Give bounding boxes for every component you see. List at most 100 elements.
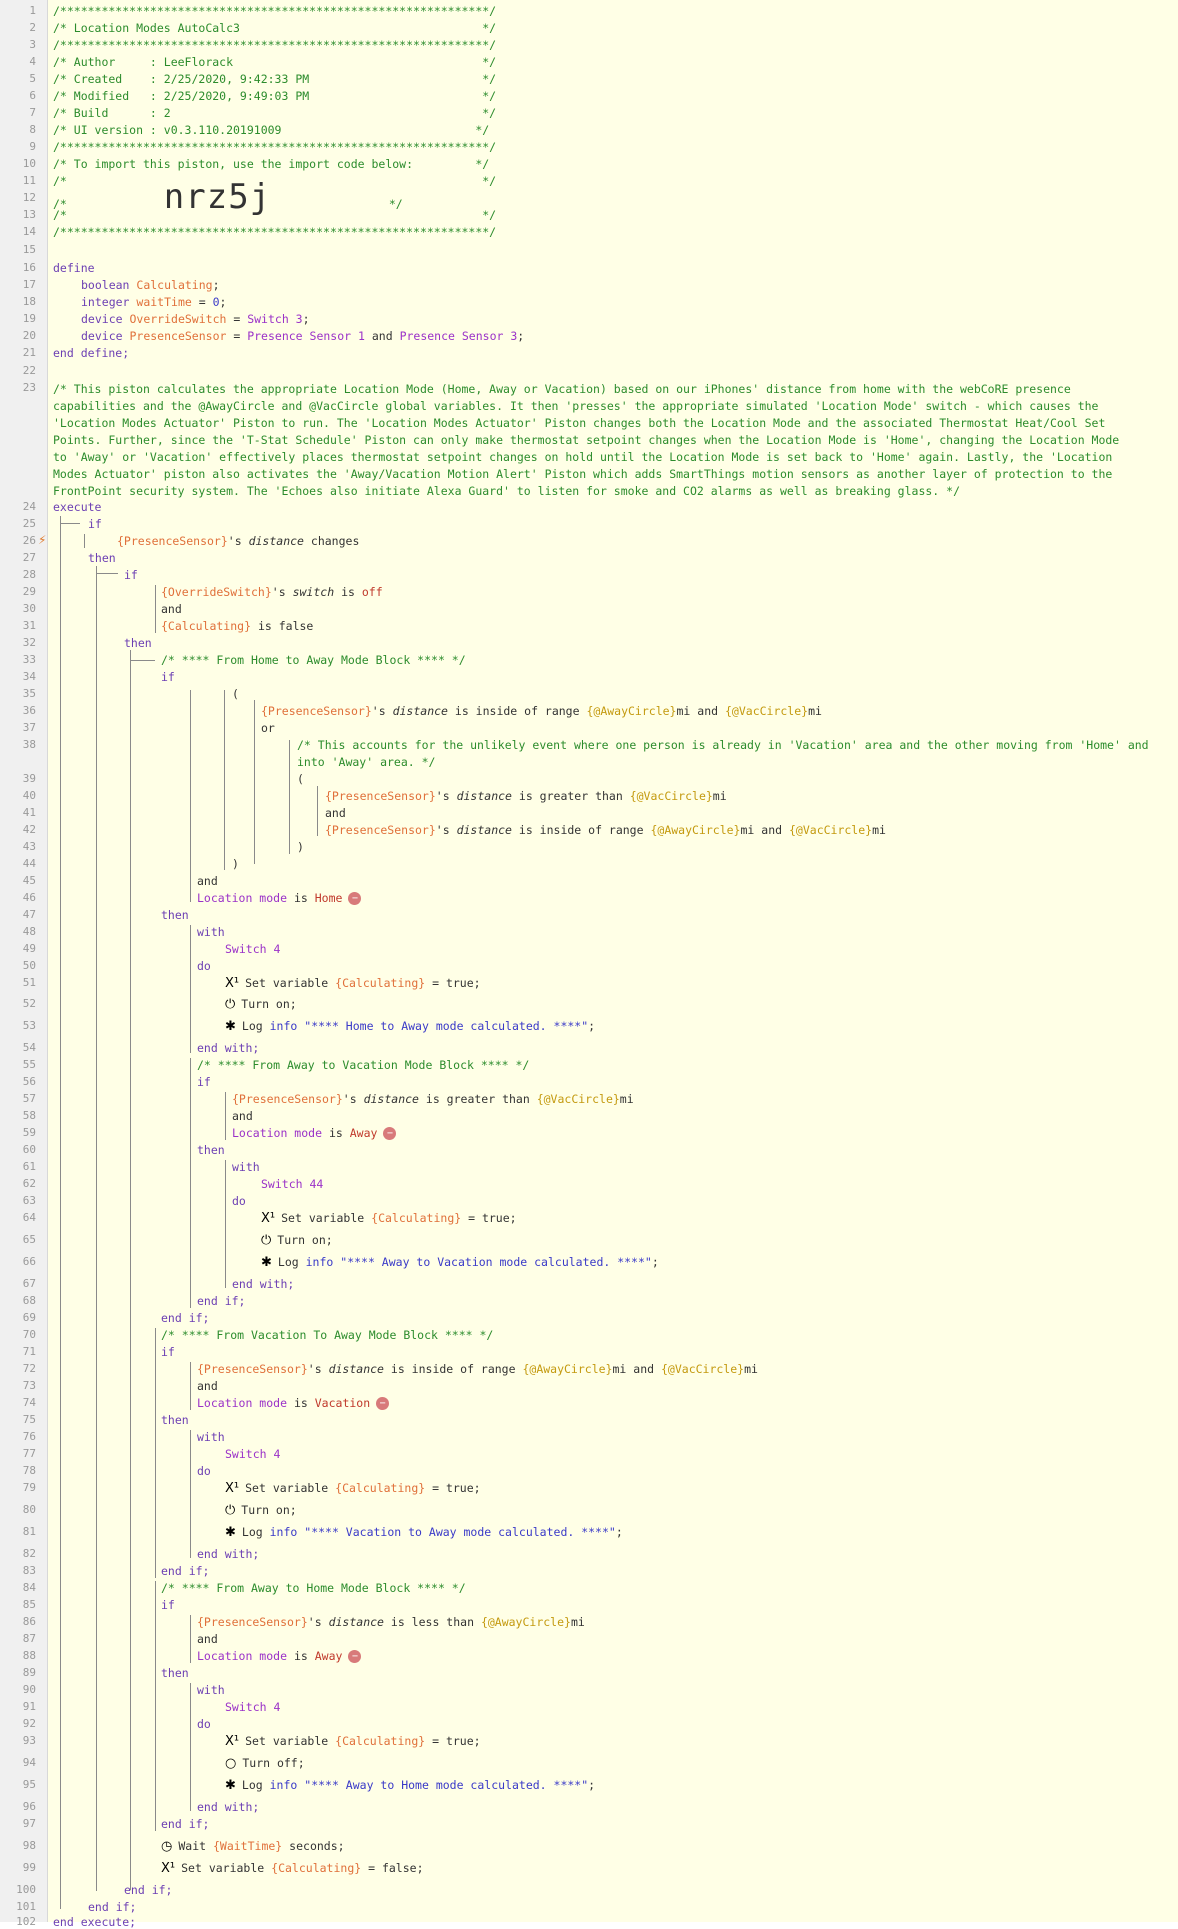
variable[interactable]: {PresenceSensor}	[325, 823, 436, 837]
variable[interactable]: {Calculating}	[271, 1861, 361, 1875]
line-number: 13	[22, 208, 36, 221]
global-variable[interactable]: {@VacCircle}	[630, 789, 713, 803]
then-keyword: then	[161, 908, 189, 922]
variable[interactable]: {PresenceSensor}	[232, 1092, 343, 1106]
variable[interactable]: PresenceSensor	[129, 329, 226, 343]
with-keyword: with	[232, 1160, 260, 1174]
action-label: Log	[241, 1525, 263, 1539]
device-switch4[interactable]: Switch 4	[225, 1700, 280, 1714]
operator: is	[328, 1126, 343, 1140]
semicolon: ;	[588, 1019, 596, 1033]
line-number: 5	[29, 72, 36, 85]
end-with: end with;	[232, 1277, 295, 1291]
line-number: 15	[22, 243, 36, 256]
line-number: 82	[22, 1547, 36, 1560]
global-variable[interactable]: {@VacCircle}	[661, 1362, 744, 1376]
line-number: 64	[22, 1211, 36, 1224]
variable[interactable]: {OverrideSwitch}	[161, 585, 272, 599]
variable[interactable]: {PresenceSensor}	[261, 704, 372, 718]
line-number: 2	[29, 21, 36, 34]
block-guide	[130, 650, 131, 1890]
device-switch44[interactable]: Switch 44	[261, 1177, 323, 1191]
line-number: 49	[22, 942, 36, 955]
minus-circle-icon[interactable]: −	[383, 1127, 397, 1140]
variable[interactable]: {Calculating}	[335, 1481, 425, 1495]
header-created: /* Created : 2/25/2020, 9:42:33 PM */	[53, 72, 497, 86]
line-number: 79	[22, 1481, 36, 1494]
location-mode[interactable]: Location mode	[197, 1396, 287, 1410]
line-number: 25	[22, 517, 36, 530]
variable[interactable]: {Calculating}	[335, 976, 425, 990]
line-number: 58	[22, 1109, 36, 1122]
end-with: end with;	[197, 1800, 260, 1814]
global-variable[interactable]: {@VacCircle}	[725, 704, 808, 718]
global-variable[interactable]: {@AwayCircle}	[481, 1615, 571, 1629]
line-number: 20	[22, 329, 36, 342]
global-variable[interactable]: {@VacCircle}	[789, 823, 872, 837]
variable[interactable]: {PresenceSensor}	[117, 534, 228, 548]
if-keyword: if	[161, 1345, 175, 1359]
variable[interactable]: {Calculating}	[161, 619, 251, 633]
variable[interactable]: {Calculating}	[371, 1211, 461, 1225]
block-guide	[190, 1615, 191, 1663]
variable[interactable]: Calculating	[136, 278, 212, 292]
variable[interactable]: OverrideSwitch	[129, 312, 226, 326]
device-switch4[interactable]: Switch 4	[225, 1447, 280, 1461]
type: device	[81, 312, 123, 326]
global-variable[interactable]: {@AwayCircle}	[650, 823, 740, 837]
line-number: 18	[22, 295, 36, 308]
action-label: Log	[277, 1255, 299, 1269]
variable[interactable]: {PresenceSensor}	[197, 1362, 308, 1376]
end-if: end if;	[161, 1564, 210, 1578]
minus-circle-icon[interactable]: −	[348, 1650, 362, 1663]
block-guide	[225, 1160, 226, 1288]
operator: is false	[257, 619, 314, 633]
header-blank: /* */	[53, 208, 497, 222]
header-border: /***************************************…	[53, 140, 497, 154]
then-keyword: then	[88, 551, 116, 565]
then-keyword: then	[197, 1143, 225, 1157]
device[interactable]: Presence Sensor 1	[247, 329, 365, 343]
device[interactable]: Switch 3	[247, 312, 302, 326]
global-variable[interactable]: {@AwayCircle}	[586, 704, 676, 718]
line-number: 8	[29, 123, 36, 136]
unit: mi	[676, 704, 691, 718]
line-number: 95	[22, 1778, 36, 1791]
description-comment: /* This piston calculates the appropriat…	[53, 382, 1120, 498]
variable[interactable]: {WaitTime}	[213, 1839, 282, 1853]
location-mode[interactable]: Location mode	[197, 891, 287, 905]
location-mode[interactable]: Location mode	[197, 1649, 287, 1663]
do-keyword: do	[197, 1717, 211, 1731]
action-log: ✱ Log info "**** Home to Away mode calcul…	[225, 1019, 595, 1034]
device-switch4[interactable]: Switch 4	[225, 942, 280, 956]
minus-circle-icon[interactable]: −	[348, 892, 362, 905]
variable[interactable]: {Calculating}	[335, 1734, 425, 1748]
line-number: 73	[22, 1379, 36, 1392]
end-execute: end execute;	[53, 1915, 137, 1929]
variable[interactable]: waitTime	[136, 295, 191, 309]
global-variable[interactable]: {@AwayCircle}	[522, 1362, 612, 1376]
global-variable[interactable]: {@VacCircle}	[537, 1092, 620, 1106]
line-number: 96	[22, 1800, 36, 1813]
bug-icon: ✱	[225, 1525, 236, 1540]
variable[interactable]: {PresenceSensor}	[197, 1615, 308, 1629]
attribute: distance	[392, 704, 448, 718]
location-mode[interactable]: Location mode	[232, 1126, 322, 1140]
variable-icon: X¹	[261, 1211, 276, 1226]
device[interactable]: Presence Sensor 3	[400, 329, 518, 343]
do-keyword: do	[197, 1464, 211, 1478]
operator: is greater than	[425, 1092, 530, 1106]
condition-greater: {PresenceSensor}'s distance is greater t…	[325, 789, 727, 803]
and-keyword: and	[197, 874, 218, 888]
and-word: and	[697, 704, 719, 718]
line-number: 45	[22, 874, 36, 887]
minus-circle-icon[interactable]: −	[376, 1397, 390, 1410]
variable[interactable]: {PresenceSensor}	[325, 789, 436, 803]
operator: is	[293, 1396, 308, 1410]
condition-inside-range: {PresenceSensor}'s distance is inside of…	[197, 1362, 758, 1376]
line-number: 62	[22, 1177, 36, 1190]
action-label: Set variable	[181, 1861, 265, 1875]
line-number: 89	[22, 1666, 36, 1679]
condition-mode-home: Location mode is Home −	[197, 891, 362, 905]
line-number: 57	[22, 1092, 36, 1105]
